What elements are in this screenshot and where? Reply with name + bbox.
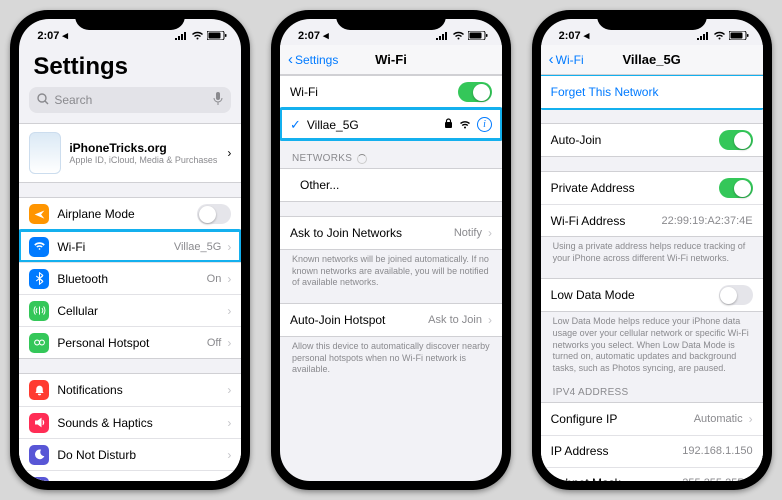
signal-icon <box>435 31 449 40</box>
row-wifi-toggle[interactable]: Wi-Fi <box>280 76 502 108</box>
wifi-status-icon <box>191 31 204 40</box>
chevron-right-icon: › <box>749 412 753 426</box>
row-wifi[interactable]: Wi-Fi Villae_5G › <box>19 230 241 262</box>
bluetooth-icon <box>29 269 49 289</box>
row-bluetooth[interactable]: Bluetooth On › <box>19 262 241 294</box>
chevron-right-icon: › <box>488 226 492 240</box>
row-private-address[interactable]: Private Address <box>541 172 763 204</box>
ask-footnote: Known networks will be joined automatica… <box>280 250 502 289</box>
row-notifications[interactable]: Notifications › <box>19 374 241 406</box>
apple-id-title: iPhoneTricks.org <box>69 141 217 155</box>
phone-settings: 2:07 ◂ Settings Search iPho <box>10 10 250 490</box>
private-address-toggle[interactable] <box>719 178 753 198</box>
row-low-data[interactable]: Low Data Mode <box>541 279 763 311</box>
navbar: ‹Settings Wi-Fi <box>280 45 502 75</box>
signal-icon <box>174 31 188 40</box>
low-data-toggle[interactable] <box>719 285 753 305</box>
notch <box>75 10 185 30</box>
battery-icon <box>468 31 488 40</box>
wifi-status-icon <box>452 31 465 40</box>
chevron-right-icon: › <box>227 448 231 462</box>
chevron-right-icon: › <box>227 383 231 397</box>
chevron-right-icon: › <box>227 146 231 160</box>
sounds-icon <box>29 413 49 433</box>
chevron-right-icon: › <box>227 336 231 350</box>
notch <box>597 10 707 30</box>
networks-header: NETWORKS <box>280 141 502 168</box>
search-icon <box>37 93 49 108</box>
airplane-toggle[interactable] <box>197 204 231 224</box>
page-title: Settings <box>19 45 241 87</box>
airplane-icon <box>29 204 49 224</box>
autojoin-toggle[interactable] <box>719 130 753 150</box>
nav-title: Wi-Fi <box>375 52 407 67</box>
chevron-right-icon: › <box>488 313 492 327</box>
search-placeholder: Search <box>54 93 92 107</box>
battery-icon <box>207 31 227 40</box>
row-wifi-address: Wi-Fi Address 22:99:19:A2:37:4E <box>541 204 763 236</box>
nav-back[interactable]: ‹Settings <box>288 51 338 68</box>
nav-back[interactable]: ‹Wi-Fi <box>549 51 584 68</box>
battery-icon <box>729 31 749 40</box>
cellular-icon <box>29 301 49 321</box>
apple-id-subtitle: Apple ID, iCloud, Media & Purchases <box>69 155 217 165</box>
notifications-icon <box>29 380 49 400</box>
row-other-network[interactable]: Other... <box>280 169 502 201</box>
row-airplane[interactable]: Airplane Mode <box>19 198 241 230</box>
row-subnet-mask: Subnet Mask 255.255.255.0 <box>541 467 763 481</box>
chevron-left-icon: ‹ <box>549 51 554 68</box>
chevron-right-icon: › <box>227 480 231 482</box>
check-icon: ✓ <box>290 117 301 133</box>
row-dnd[interactable]: Do Not Disturb › <box>19 438 241 470</box>
signal-icon <box>696 31 710 40</box>
mic-icon[interactable] <box>213 92 223 108</box>
row-auto-join-hotspot[interactable]: Auto-Join Hotspot Ask to Join › <box>280 304 502 336</box>
search-input[interactable]: Search <box>29 87 231 113</box>
wifi-icon <box>29 237 49 257</box>
row-screentime[interactable]: Screen Time › <box>19 470 241 481</box>
phone-detail: 2:07 ◂ ‹Wi-Fi Villae_5G Forget This Netw… <box>532 10 772 490</box>
row-ip-address: IP Address 192.168.1.150 <box>541 435 763 467</box>
row-ask-to-join[interactable]: Ask to Join Networks Notify › <box>280 217 502 249</box>
notch <box>336 10 446 30</box>
row-hotspot[interactable]: Personal Hotspot Off › <box>19 326 241 358</box>
navbar: ‹Wi-Fi Villae_5G <box>541 45 763 75</box>
row-sounds[interactable]: Sounds & Haptics › <box>19 406 241 438</box>
chevron-right-icon: › <box>227 416 231 430</box>
hotspot-icon <box>29 333 49 353</box>
chevron-right-icon: › <box>227 272 231 286</box>
screentime-icon <box>29 477 49 482</box>
row-configure-ip[interactable]: Configure IP Automatic › <box>541 403 763 435</box>
spinner-icon <box>357 154 367 164</box>
chevron-right-icon: › <box>227 240 231 254</box>
phone-wifi: 2:07 ◂ ‹Settings Wi-Fi Wi-Fi ✓ Villae_5G <box>271 10 511 490</box>
info-icon[interactable]: i <box>477 117 492 132</box>
apple-id-icon <box>29 132 61 174</box>
apple-id-row[interactable]: iPhoneTricks.org Apple ID, iCloud, Media… <box>19 123 241 183</box>
hotspot-footnote: Allow this device to automatically disco… <box>280 337 502 376</box>
private-address-footnote: Using a private address helps reduce tra… <box>541 237 763 264</box>
low-data-footnote: Low Data Mode helps reduce your iPhone d… <box>541 312 763 374</box>
dnd-icon <box>29 445 49 465</box>
row-current-network[interactable]: ✓ Villae_5G i <box>280 108 502 140</box>
wifi-status-icon <box>713 31 726 40</box>
lock-icon <box>444 118 453 132</box>
ipv4-header: IPV4 ADDRESS <box>541 375 763 402</box>
row-cellular[interactable]: Cellular › <box>19 294 241 326</box>
chevron-left-icon: ‹ <box>288 51 293 68</box>
wifi-toggle[interactable] <box>458 82 492 102</box>
chevron-right-icon: › <box>227 304 231 318</box>
nav-title: Villae_5G <box>622 52 680 67</box>
wifi-signal-icon <box>459 118 471 132</box>
row-forget-network[interactable]: Forget This Network <box>541 76 763 108</box>
row-autojoin[interactable]: Auto-Join <box>541 124 763 156</box>
